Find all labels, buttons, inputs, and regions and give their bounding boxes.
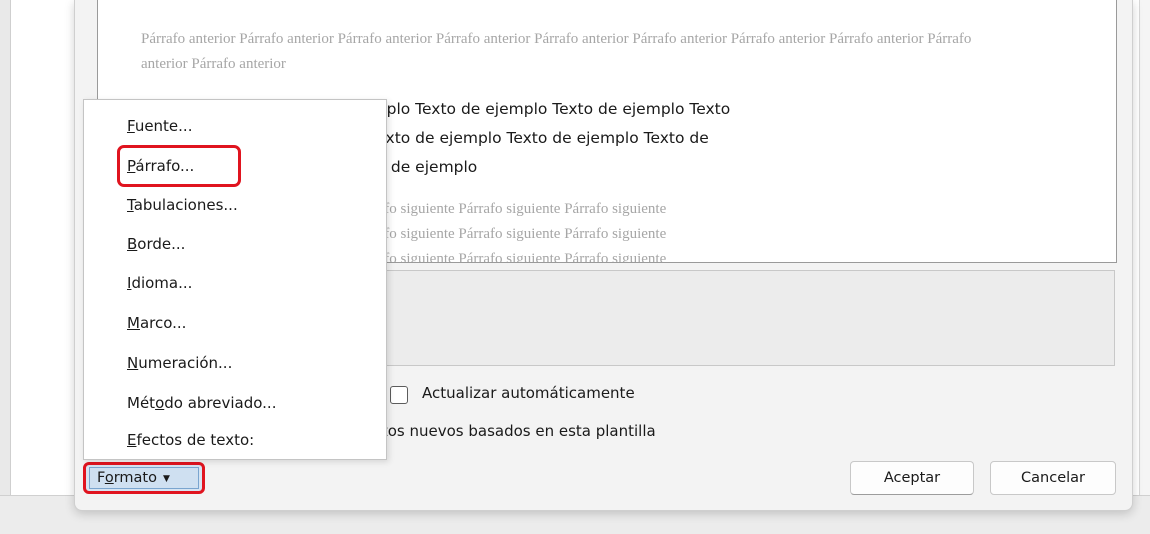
- menu-item-borde[interactable]: Borde...: [127, 235, 185, 253]
- menu-item-efectos-de-texto[interactable]: Efectos de texto:: [127, 431, 254, 449]
- menu-item-metodo-abreviado[interactable]: Método abreviado...: [127, 394, 276, 412]
- menu-item-idioma[interactable]: Idioma...: [127, 274, 192, 292]
- cancel-button[interactable]: Cancelar: [990, 461, 1116, 495]
- menu-item-fuente[interactable]: Fuente...: [127, 117, 192, 135]
- chevron-down-icon: ▼: [162, 474, 170, 484]
- menu-item-parrafo[interactable]: Párrafo...: [127, 157, 194, 175]
- menu-item-numeracion[interactable]: Numeración...: [127, 354, 232, 372]
- previous-paragraph-text: Párrafo anterior Párrafo anterior Párraf…: [141, 31, 972, 72]
- menu-item-tabulaciones[interactable]: Tabulaciones...: [127, 196, 238, 214]
- format-button-face: Formato ▼: [89, 467, 199, 489]
- menu-item-marco[interactable]: Marco...: [127, 314, 186, 332]
- auto-update-checkbox[interactable]: [390, 386, 408, 404]
- auto-update-label[interactable]: Actualizar automáticamente: [422, 384, 635, 406]
- auto-update-label-text: Actualizar automáticamente: [422, 384, 635, 402]
- app-scroll-edge: [1139, 0, 1150, 533]
- format-button-label: Formato: [97, 470, 157, 486]
- accept-button[interactable]: Aceptar: [850, 461, 974, 495]
- app-left-edge: [0, 0, 11, 533]
- format-button[interactable]: Formato ▼: [83, 462, 205, 494]
